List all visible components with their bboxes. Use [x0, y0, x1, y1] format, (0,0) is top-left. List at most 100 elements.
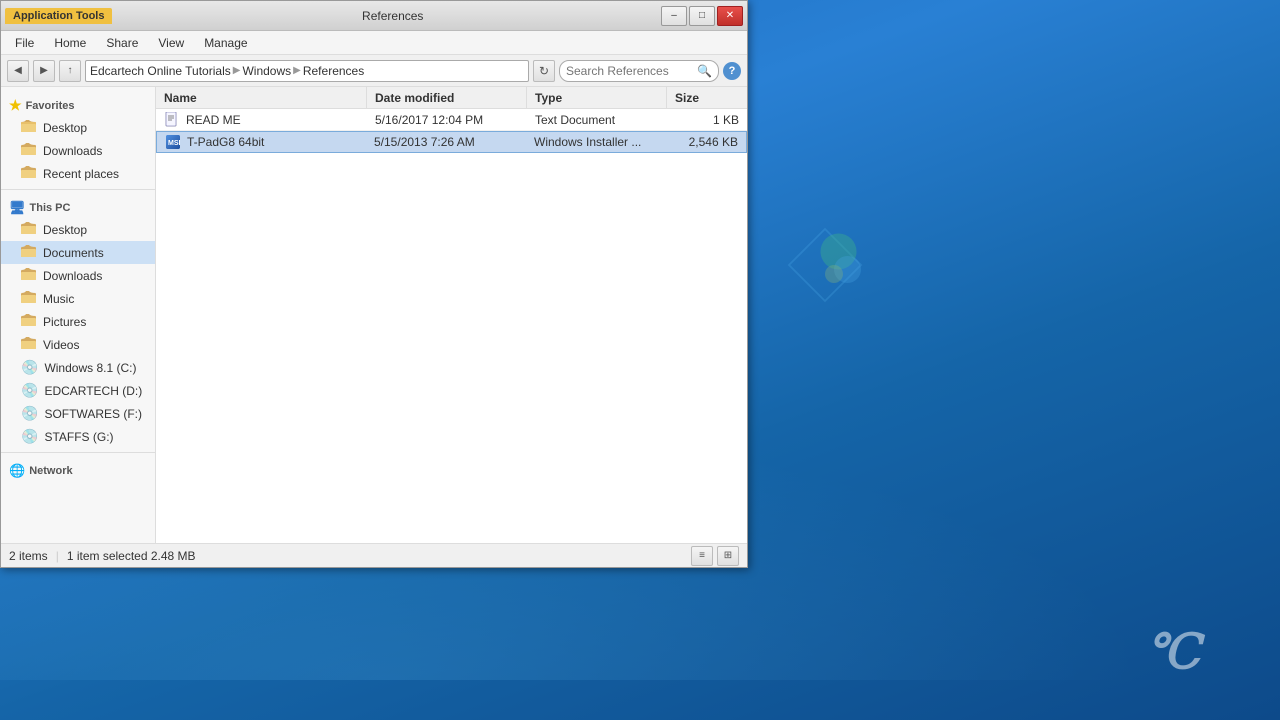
- file-name-tpadg8: MSI T-PadG8 64bit: [157, 134, 366, 150]
- file-readme-type: Text Document: [527, 113, 667, 127]
- sidebar-item-pictures[interactable]: Pictures: [1, 310, 155, 333]
- details-view-button[interactable]: ⊞: [717, 546, 739, 566]
- items-count: 2 items: [9, 549, 48, 563]
- status-bar: 2 items | 1 item selected 2.48 MB ≡ ⊞: [1, 543, 747, 567]
- menu-file[interactable]: File: [5, 34, 44, 52]
- sidebar-item-d-drive[interactable]: 💿 EDCARTECH (D:): [1, 379, 155, 402]
- network-label: Network: [29, 465, 72, 477]
- folder-icon-pics: [21, 313, 37, 330]
- ce-logo: ℃: [1146, 624, 1200, 680]
- favorites-label: Favorites: [26, 100, 75, 112]
- sidebar-item-g-drive-label: STAFFS (G:): [44, 430, 113, 444]
- col-name-label: Name: [164, 91, 197, 105]
- menu-manage[interactable]: Manage: [194, 34, 257, 52]
- app-tools-label: Application Tools: [5, 8, 112, 24]
- file-area: Name Date modified Type Size: [156, 87, 747, 543]
- sidebar-item-c-drive[interactable]: 💿 Windows 8.1 (C:): [1, 356, 155, 379]
- up-button[interactable]: ↑: [59, 60, 81, 82]
- sidebar-item-recent-label: Recent places: [43, 167, 119, 181]
- this-pc-header[interactable]: 🖥 This PC: [1, 194, 155, 218]
- favorites-star-icon: ★: [9, 97, 22, 114]
- sidebar-item-documents-label: Documents: [43, 246, 104, 260]
- sidebar-item-f-drive-label: SOFTWARES (F:): [44, 407, 142, 421]
- sidebar-item-desktop-pc-label: Desktop: [43, 223, 87, 237]
- sidebar-item-desktop-pc[interactable]: Desktop: [1, 218, 155, 241]
- sidebar-item-recent[interactable]: Recent places: [1, 162, 155, 185]
- status-separator: |: [52, 549, 63, 563]
- address-bar[interactable]: Edcartech Online Tutorials ▶ Windows ▶ R…: [85, 60, 529, 82]
- sidebar-item-videos[interactable]: Videos: [1, 333, 155, 356]
- col-type-label: Type: [535, 91, 562, 105]
- sidebar-item-f-drive[interactable]: 💿 SOFTWARES (F:): [1, 402, 155, 425]
- minimize-button[interactable]: –: [661, 6, 687, 26]
- folder-icon-desktop: [21, 221, 37, 238]
- col-header-name[interactable]: Name: [156, 87, 367, 109]
- close-button[interactable]: ✕: [717, 6, 743, 26]
- nav-divider1: [1, 189, 155, 190]
- explorer-window: Application Tools References – □ ✕ File …: [0, 0, 748, 568]
- network-header[interactable]: 🌐 Network: [1, 457, 155, 481]
- sidebar-item-downloads-fav[interactable]: Downloads: [1, 139, 155, 162]
- col-header-date[interactable]: Date modified: [367, 87, 527, 109]
- col-size-label: Size: [675, 91, 699, 105]
- folder-icon-dl: [21, 267, 37, 284]
- forward-button[interactable]: ▶: [33, 60, 55, 82]
- folder-icon: [21, 142, 37, 159]
- this-pc-icon: 🖥: [9, 200, 26, 216]
- window-title: References: [124, 9, 661, 23]
- file-list: READ ME 5/16/2017 12:04 PM Text Document…: [156, 109, 747, 543]
- sidebar-item-downloads-fav-label: Downloads: [43, 144, 102, 158]
- menu-view[interactable]: View: [148, 34, 194, 52]
- this-pc-label: This PC: [30, 202, 71, 214]
- refresh-button[interactable]: ↻: [533, 60, 555, 82]
- sidebar-item-downloads-pc[interactable]: Downloads: [1, 264, 155, 287]
- list-view-button[interactable]: ≡: [691, 546, 713, 566]
- drive-c-icon: 💿: [21, 359, 38, 376]
- file-readme-size: 1 KB: [667, 113, 747, 127]
- col-date-label: Date modified: [375, 91, 454, 105]
- file-row-readme[interactable]: READ ME 5/16/2017 12:04 PM Text Document…: [156, 109, 747, 131]
- network-icon: 🌐: [9, 463, 25, 479]
- folder-icon: [21, 119, 37, 136]
- sidebar-item-music-label: Music: [43, 292, 74, 306]
- sidebar-item-downloads-pc-label: Downloads: [43, 269, 102, 283]
- txt-file-icon: [164, 112, 180, 128]
- breadcrumb-sep1: ▶: [233, 65, 241, 76]
- col-header-size[interactable]: Size: [667, 87, 747, 109]
- window-controls: – □ ✕: [661, 6, 743, 26]
- menu-share[interactable]: Share: [96, 34, 148, 52]
- favorites-header[interactable]: ★ Favorites: [1, 91, 155, 116]
- maximize-button[interactable]: □: [689, 6, 715, 26]
- file-row-tpadg8[interactable]: MSI T-PadG8 64bit 5/15/2013 7:26 AM Wind…: [156, 131, 747, 153]
- file-name-readme: READ ME: [156, 112, 367, 128]
- sidebar-item-c-drive-label: Windows 8.1 (C:): [44, 361, 136, 375]
- sidebar-item-documents[interactable]: Documents: [1, 241, 155, 264]
- file-tpadg8-date: 5/15/2013 7:26 AM: [366, 135, 526, 149]
- search-input[interactable]: [566, 64, 693, 78]
- col-header-type[interactable]: Type: [527, 87, 667, 109]
- folder-icon-docs: [21, 244, 37, 261]
- file-readme-date: 5/16/2017 12:04 PM: [367, 113, 527, 127]
- file-tpadg8-size: 2,546 KB: [666, 135, 746, 149]
- search-bar[interactable]: 🔍: [559, 60, 719, 82]
- msi-file-icon: MSI: [165, 134, 181, 150]
- drive-d-icon: 💿: [21, 382, 38, 399]
- sidebar-item-g-drive[interactable]: 💿 STAFFS (G:): [1, 425, 155, 448]
- help-button[interactable]: ?: [723, 62, 741, 80]
- breadcrumb: Edcartech Online Tutorials ▶ Windows ▶ R…: [90, 64, 364, 78]
- sidebar-item-desktop-fav[interactable]: Desktop: [1, 116, 155, 139]
- selected-info: 1 item selected 2.48 MB: [67, 549, 196, 563]
- breadcrumb-sep2: ▶: [293, 65, 301, 76]
- folder-icon-vid: [21, 336, 37, 353]
- search-icon[interactable]: 🔍: [697, 64, 712, 78]
- folder-icon-music: [21, 290, 37, 307]
- back-button[interactable]: ◀: [7, 60, 29, 82]
- sidebar-item-music[interactable]: Music: [1, 287, 155, 310]
- title-bar: Application Tools References – □ ✕: [1, 1, 747, 31]
- menu-home[interactable]: Home: [44, 34, 96, 52]
- nav-divider2: [1, 452, 155, 453]
- folder-icon: [21, 165, 37, 182]
- drive-g-icon: 💿: [21, 428, 38, 445]
- breadcrumb-part3: References: [303, 64, 364, 78]
- file-tpadg8-name: T-PadG8 64bit: [187, 135, 264, 149]
